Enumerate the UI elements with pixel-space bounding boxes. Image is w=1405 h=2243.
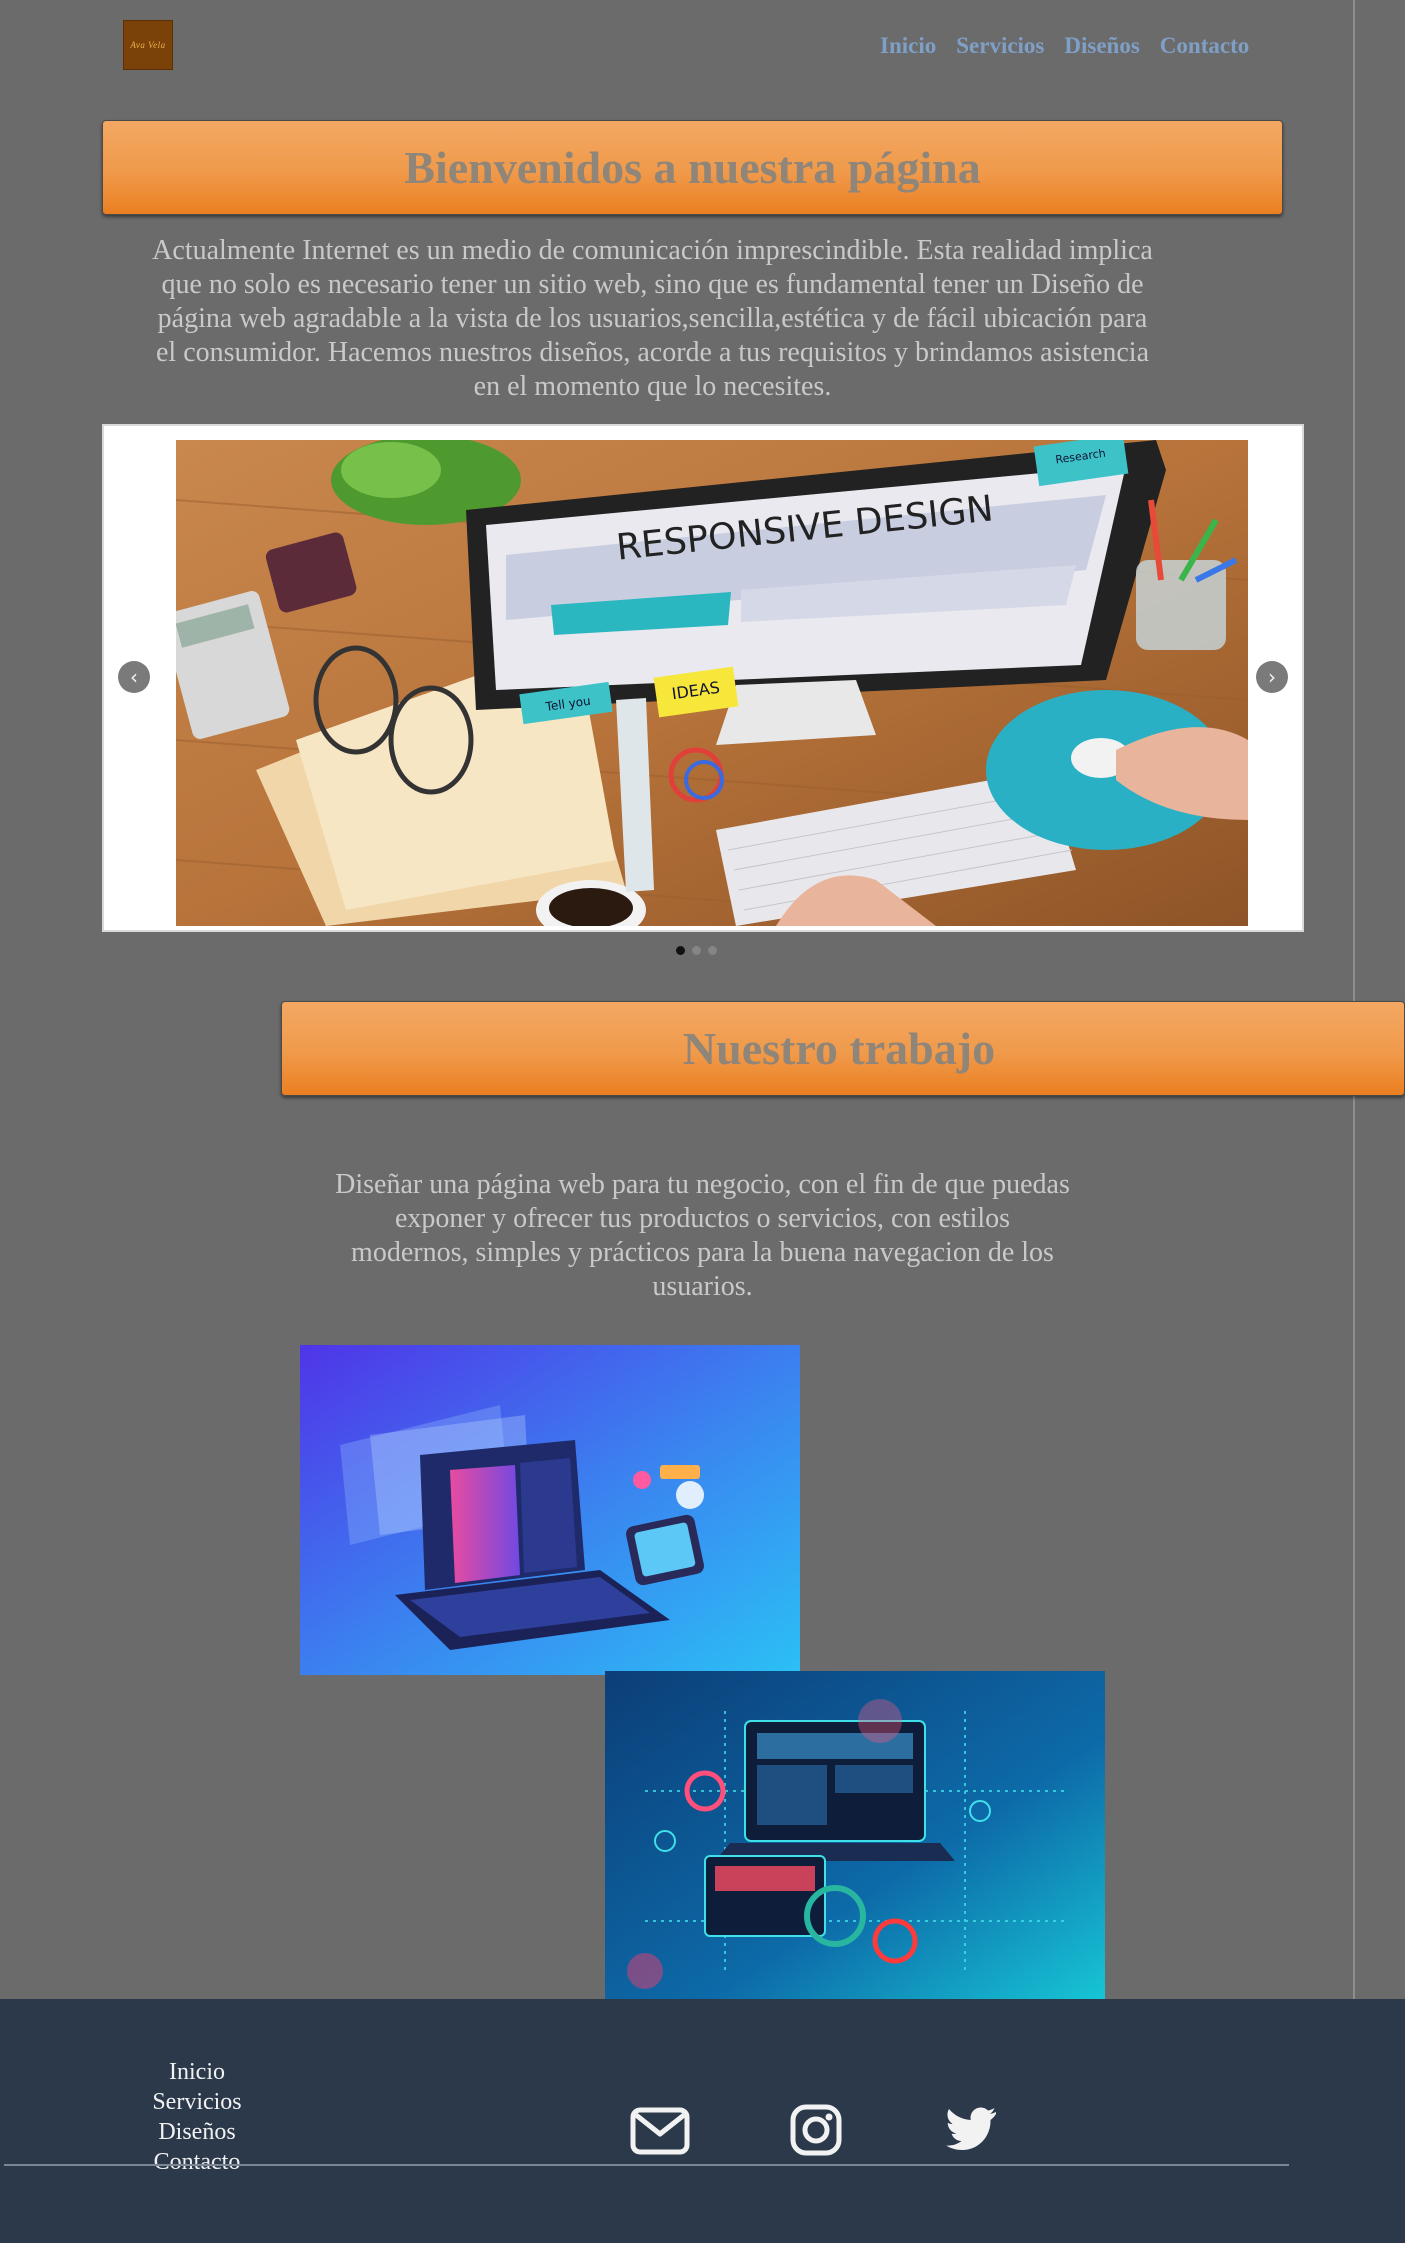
main-nav: Inicio Servicios Diseños Contacto: [880, 33, 1249, 59]
carousel-dot[interactable]: [676, 946, 685, 955]
twitter-icon[interactable]: [945, 2107, 997, 2151]
instagram-icon[interactable]: [790, 2104, 842, 2156]
work-banner: Nuestro trabajo: [281, 1001, 1405, 1096]
carousel-indicators: [676, 946, 717, 955]
footer-link-contacto[interactable]: Contacto: [130, 2147, 264, 2177]
footer-nav: Inicio Servicios Diseños Contacto: [130, 2057, 264, 2177]
nav-contacto[interactable]: Contacto: [1160, 33, 1249, 59]
chevron-left-icon: ‹: [130, 665, 138, 689]
work-image-laptop: [300, 1345, 800, 1675]
footer-divider: [4, 2164, 1289, 2166]
nav-inicio[interactable]: Inicio: [880, 33, 936, 59]
welcome-banner: Bienvenidos a nuestra página: [102, 120, 1283, 215]
work-title: Nuestro trabajo: [682, 1023, 996, 1074]
carousel-prev-button[interactable]: ‹: [118, 661, 150, 693]
carousel-next-button[interactable]: ›: [1256, 661, 1288, 693]
nav-servicios[interactable]: Servicios: [956, 33, 1044, 59]
carousel-dot[interactable]: [708, 946, 717, 955]
work-text: Diseñar una página web para tu negocio, …: [335, 1169, 1070, 1302]
nav-disenos[interactable]: Diseños: [1064, 33, 1139, 59]
footer-link-disenos[interactable]: Diseños: [130, 2117, 264, 2147]
welcome-title: Bienvenidos a nuestra página: [404, 142, 981, 193]
chevron-right-icon: ›: [1268, 665, 1276, 689]
footer-link-servicios[interactable]: Servicios: [130, 2087, 264, 2117]
welcome-text: Actualmente Internet es un medio de comu…: [152, 235, 1153, 402]
footer-link-inicio[interactable]: Inicio: [130, 2057, 264, 2087]
carousel-slide-image: RESPONSIVE DESIGN Tell you IDEAS Researc…: [176, 440, 1248, 926]
carousel-dot[interactable]: [692, 946, 701, 955]
mail-icon[interactable]: [630, 2107, 690, 2155]
work-image-devices: [605, 1671, 1105, 2002]
logo[interactable]: Ava Vela: [123, 20, 173, 70]
